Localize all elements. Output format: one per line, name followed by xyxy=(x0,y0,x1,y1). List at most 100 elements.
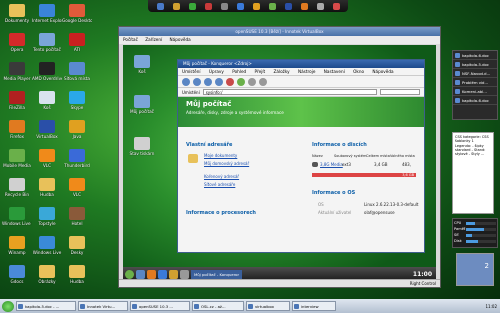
kde-menu-icon[interactable] xyxy=(125,269,134,279)
link-home-folder[interactable]: Můj domovský adresář xyxy=(204,161,249,166)
taskbar-item[interactable]: interview xyxy=(292,301,336,311)
desktop-icon[interactable]: FileZilla xyxy=(2,91,32,113)
desktop-icon[interactable]: ATI xyxy=(62,33,92,55)
taskbar-launcher-icon[interactable] xyxy=(136,269,145,279)
link-network-folders[interactable]: Síťové adresáře xyxy=(204,182,235,187)
note-item[interactable]: NSF-Navod.d... xyxy=(453,69,497,78)
konq-menu-item[interactable]: Úpravy xyxy=(209,69,224,74)
zoom-out-icon[interactable] xyxy=(259,77,267,86)
desktop-icon[interactable]: Mobile Media xyxy=(2,149,32,171)
dock-item-icon[interactable] xyxy=(316,2,324,10)
vbox-menu-napoveda[interactable]: Nápověda xyxy=(170,37,191,42)
taskbar-launcher-icon[interactable] xyxy=(180,269,189,279)
taskbar-item[interactable]: openSUSE 10.3 ... xyxy=(130,301,190,311)
desktop-icon[interactable]: VLC xyxy=(62,178,92,200)
konq-menu-item[interactable]: Nastavení xyxy=(324,69,345,74)
konq-menu-item[interactable]: Nástroje xyxy=(298,69,315,74)
guest-desktop[interactable]: Koš Můj počítač Stav tiskárn Můj počítač… xyxy=(123,45,436,281)
desktop-pager[interactable]: 2 xyxy=(456,253,494,286)
desktop-icon[interactable]: VLC xyxy=(32,149,62,171)
dock-item-icon[interactable] xyxy=(284,2,292,10)
konqueror-window[interactable]: Můj počítač - Konqueror <Zdroj> Umístění… xyxy=(177,59,425,253)
desktop-icon[interactable]: Recycle Bin xyxy=(2,178,32,200)
desktop-icon[interactable]: Hudba xyxy=(32,178,62,200)
taskbar-item[interactable]: kapitola-5.doc - ... xyxy=(16,301,76,311)
desktop-icon[interactable]: Internet Explorer xyxy=(32,4,62,26)
zoom-in-icon[interactable] xyxy=(248,77,256,86)
desktop-icon[interactable]: Google Desktop xyxy=(62,4,92,26)
dock-item-icon[interactable] xyxy=(172,2,180,10)
taskbar-item[interactable]: OSL.cz - až... xyxy=(192,301,244,311)
location-input[interactable]: sysinfo:/ xyxy=(202,89,377,95)
desktop-icon[interactable]: Media Player xyxy=(2,62,32,84)
vbox-menu-pocitac[interactable]: Počítač xyxy=(123,37,138,42)
konq-menu-item[interactable]: Přejít xyxy=(255,69,266,74)
note-item[interactable]: kapitola-6.doc xyxy=(453,51,497,60)
link-root-folder[interactable]: Kořenový adresář xyxy=(204,174,239,179)
desktop-icon[interactable]: Obrázky xyxy=(32,265,62,287)
forward-icon[interactable] xyxy=(193,77,201,86)
guest-task-konqueror[interactable]: Můj počítač - Konqueror xyxy=(191,269,243,279)
konq-menu-item[interactable]: Umístění xyxy=(182,69,201,74)
note-item[interactable]: Komeni-abl... xyxy=(453,87,497,96)
desktop-icon[interactable]: Windows Live Messenger xyxy=(2,207,32,229)
konqueror-title-bar[interactable]: Můj počítač - Konqueror <Zdroj> xyxy=(178,60,424,68)
dock-item-icon[interactable] xyxy=(300,2,308,10)
desktop-icon[interactable]: Desky xyxy=(62,236,92,258)
search-input[interactable] xyxy=(380,89,420,95)
dock-item-icon[interactable] xyxy=(332,2,340,10)
desktop-icon[interactable]: Dokumenty xyxy=(2,4,32,26)
sticky-note[interactable]: CSS kategorie: CSS šablonky 1 Legenda: -… xyxy=(452,132,494,214)
desktop-icon[interactable]: Opera xyxy=(2,33,32,55)
desktop-icon[interactable]: Thunderbird xyxy=(62,149,92,171)
desktop-icon[interactable]: Tento počítač xyxy=(32,33,62,55)
note-item[interactable]: kapitola-6.doc xyxy=(453,96,497,105)
desktop-icon[interactable]: Windows Live xyxy=(32,236,62,258)
desktop-icon[interactable]: Gdocs xyxy=(2,265,32,287)
reload-icon[interactable] xyxy=(215,77,223,86)
dock-item-icon[interactable] xyxy=(188,2,196,10)
taskbar-launcher-icon[interactable] xyxy=(158,269,167,279)
note-item[interactable]: Problém vid... xyxy=(453,78,497,87)
desktop-icon[interactable]: Hotel xyxy=(62,207,92,229)
top-dock[interactable] xyxy=(148,0,348,12)
home-icon[interactable] xyxy=(237,77,245,86)
konq-menu-item[interactable]: Okno xyxy=(353,69,364,74)
dock-item-icon[interactable] xyxy=(156,2,164,10)
vbox-menu-zarizeni[interactable]: Zařízení xyxy=(145,37,162,42)
back-icon[interactable] xyxy=(182,77,190,86)
desktop-icon[interactable]: Hudba xyxy=(62,265,92,287)
guest-icon-printer[interactable]: Stav tiskárn xyxy=(127,137,157,159)
note-item[interactable]: kapitola-5.doc xyxy=(453,60,497,69)
desktop-icon[interactable]: VirtualBox xyxy=(32,120,62,142)
desktop-icon[interactable]: Winamp xyxy=(2,236,32,258)
link-my-documents[interactable]: Moje dokumenty xyxy=(204,153,237,158)
dock-item-icon[interactable] xyxy=(252,2,260,10)
taskbar-launcher-icon[interactable] xyxy=(147,269,156,279)
desktop-icon[interactable]: Skype xyxy=(62,91,92,113)
start-button[interactable] xyxy=(2,300,14,312)
desktop-icon[interactable]: Firefox xyxy=(2,120,32,142)
konq-menu-item[interactable]: Nápověda xyxy=(372,69,393,74)
taskbar-item[interactable]: virtualbox xyxy=(246,301,290,311)
desktop-icon[interactable]: AMD Overdrive xyxy=(32,62,62,84)
notes-widget[interactable]: kapitola-6.doc kapitola-5.doc NSF-Navod.… xyxy=(452,50,498,120)
desktop-icon[interactable]: Topstyle xyxy=(32,207,62,229)
dock-item-icon[interactable] xyxy=(204,2,212,10)
stop-icon[interactable] xyxy=(226,77,234,86)
guest-icon-trash[interactable]: Koš xyxy=(127,55,157,77)
taskbar-item[interactable]: Innotek Virtu... xyxy=(78,301,128,311)
dock-item-icon[interactable] xyxy=(268,2,276,10)
dock-item-icon[interactable] xyxy=(236,2,244,10)
taskbar-launcher-icon[interactable] xyxy=(169,269,178,279)
konq-menu-item[interactable]: Pohled xyxy=(232,69,246,74)
desktop-icon[interactable]: Java xyxy=(62,120,92,142)
desktop-icon[interactable]: Síťová místa xyxy=(62,62,92,84)
vbox-title-bar[interactable]: openSUSE 10.3 [Běží] - Innotek VirtualBo… xyxy=(119,27,440,36)
dock-item-icon[interactable] xyxy=(220,2,228,10)
guest-icon-computer[interactable]: Můj počítač xyxy=(127,95,157,117)
disk-name[interactable]: 3,8G Media xyxy=(320,162,343,167)
konq-menu-item[interactable]: Záložky xyxy=(274,69,290,74)
virtualbox-window[interactable]: openSUSE 10.3 [Běží] - Innotek VirtualBo… xyxy=(118,26,441,288)
up-icon[interactable] xyxy=(204,77,212,86)
